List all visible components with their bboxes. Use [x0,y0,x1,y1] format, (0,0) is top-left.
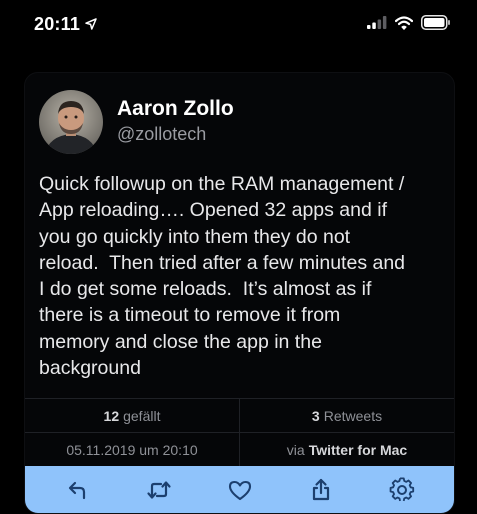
like-icon [227,478,253,502]
likes-count: 12 [103,407,120,424]
status-bar: 20:11 [0,0,477,52]
location-arrow-icon [85,14,97,35]
via-label: via [286,441,305,458]
tweet-text: Quick followup on the RAM management / A… [39,171,447,381]
status-time: 20:11 [34,14,97,35]
tweet-text-line: background [39,357,141,380]
tweet-text-line: App reloading…. Opened 32 apps and if [39,199,388,222]
tweet-text-line: you go quickly into them they do not [39,225,351,248]
retweets-count-cell[interactable]: 3 Retweets [240,399,454,432]
tweet-text-line: there is a timeout to remove it from [39,304,341,327]
likes-label: gefällt [123,407,161,424]
reply-button[interactable] [61,473,95,507]
share-icon [309,477,333,503]
source-cell: via Twitter for Mac [240,433,454,466]
retweets-count: 3 [311,407,320,424]
like-button[interactable] [223,473,257,507]
tweet-text-line: memory and close the app in the [39,330,322,353]
timestamp: 05.11.2019 um 20:10 [66,441,198,458]
status-indicators [367,15,451,35]
tweet-text-line: Quick followup on the RAM management / [39,173,405,195]
wifi-icon [394,15,414,35]
status-time-text: 20:11 [34,14,81,34]
retweet-button[interactable] [142,473,176,507]
likes-count-cell[interactable]: 12 gefällt [25,399,240,432]
author-name[interactable]: Aaron Zollo [117,97,234,121]
details-row: 05.11.2019 um 20:10 via Twitter for Mac [25,433,454,466]
tweet-meta: 12 gefällt 3 Retweets 05.11.2019 um 20:1… [25,398,454,466]
settings-icon [389,476,415,503]
settings-button[interactable] [385,473,419,507]
tweet-text-line: I do get some reloads. It’s almost as if [39,278,372,301]
cellular-signal-icon [367,16,387,34]
source-client[interactable]: Twitter for Mac [309,442,408,458]
retweet-icon [146,478,172,502]
tweet-text-line: reload. Then tried after a few minutes a… [39,251,406,274]
retweets-label: Retweets [323,407,383,424]
author-handle[interactable]: @zollotech [117,124,206,145]
engagement-row: 12 gefällt 3 Retweets [25,399,454,433]
battery-icon [421,15,451,35]
avatar[interactable] [39,90,103,154]
timestamp-cell: 05.11.2019 um 20:10 [25,433,240,466]
action-toolbar [25,466,454,513]
tweet-card: Aaron Zollo @zollotech Quick followup on… [24,72,455,514]
reply-icon [66,478,90,502]
share-button[interactable] [304,473,338,507]
